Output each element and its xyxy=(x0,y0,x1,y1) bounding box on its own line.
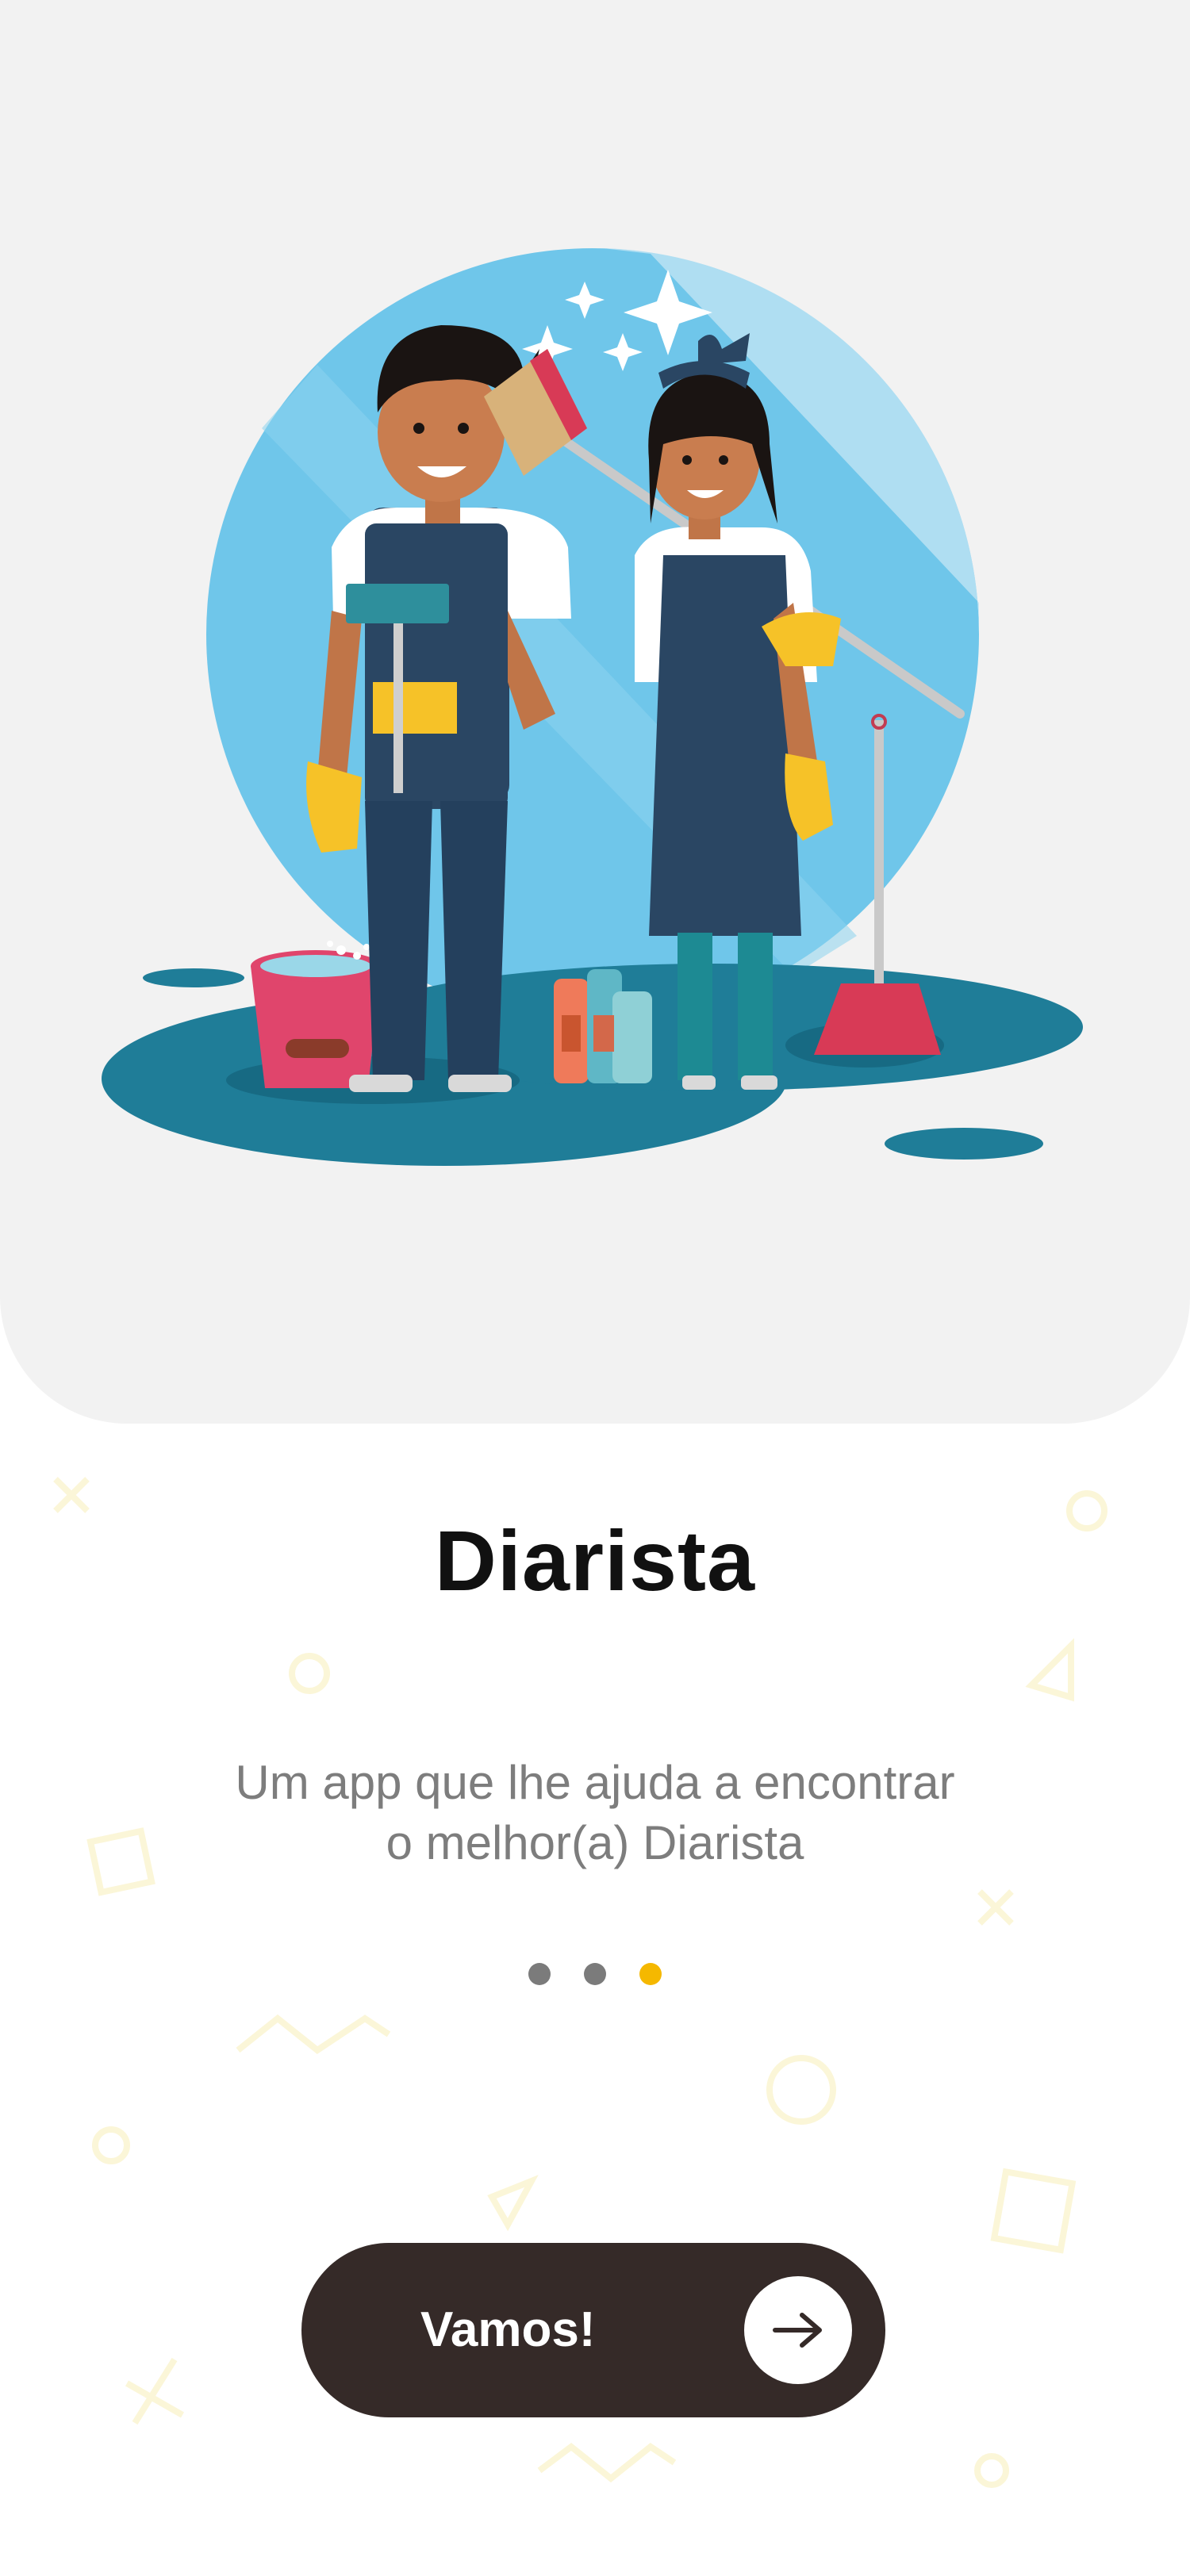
dustpan xyxy=(874,720,884,990)
pagination-dot-3-active[interactable] xyxy=(639,1963,662,1985)
arrow-right-icon xyxy=(744,2276,852,2384)
bucket xyxy=(251,966,381,1088)
page-subtitle: Um app que lhe ajuda a encontrar o melho… xyxy=(198,1753,992,1873)
page-title: Diarista xyxy=(434,1512,756,1608)
hero-panel xyxy=(0,0,1190,1424)
pagination-dot-2[interactable] xyxy=(584,1963,606,1985)
pagination-dots xyxy=(0,1963,1190,1987)
subtitle-line-1: Um app que lhe ajuda a encontrar xyxy=(235,1756,955,1809)
cleaning-staff-illustration xyxy=(102,248,1083,1166)
vamos-button[interactable]: Vamos! xyxy=(301,2243,885,2417)
pagination-dot-1[interactable] xyxy=(528,1963,551,1985)
vamos-button-label: Vamos! xyxy=(420,2302,596,2357)
subtitle-line-2: o melhor(a) Diarista xyxy=(386,1816,804,1869)
